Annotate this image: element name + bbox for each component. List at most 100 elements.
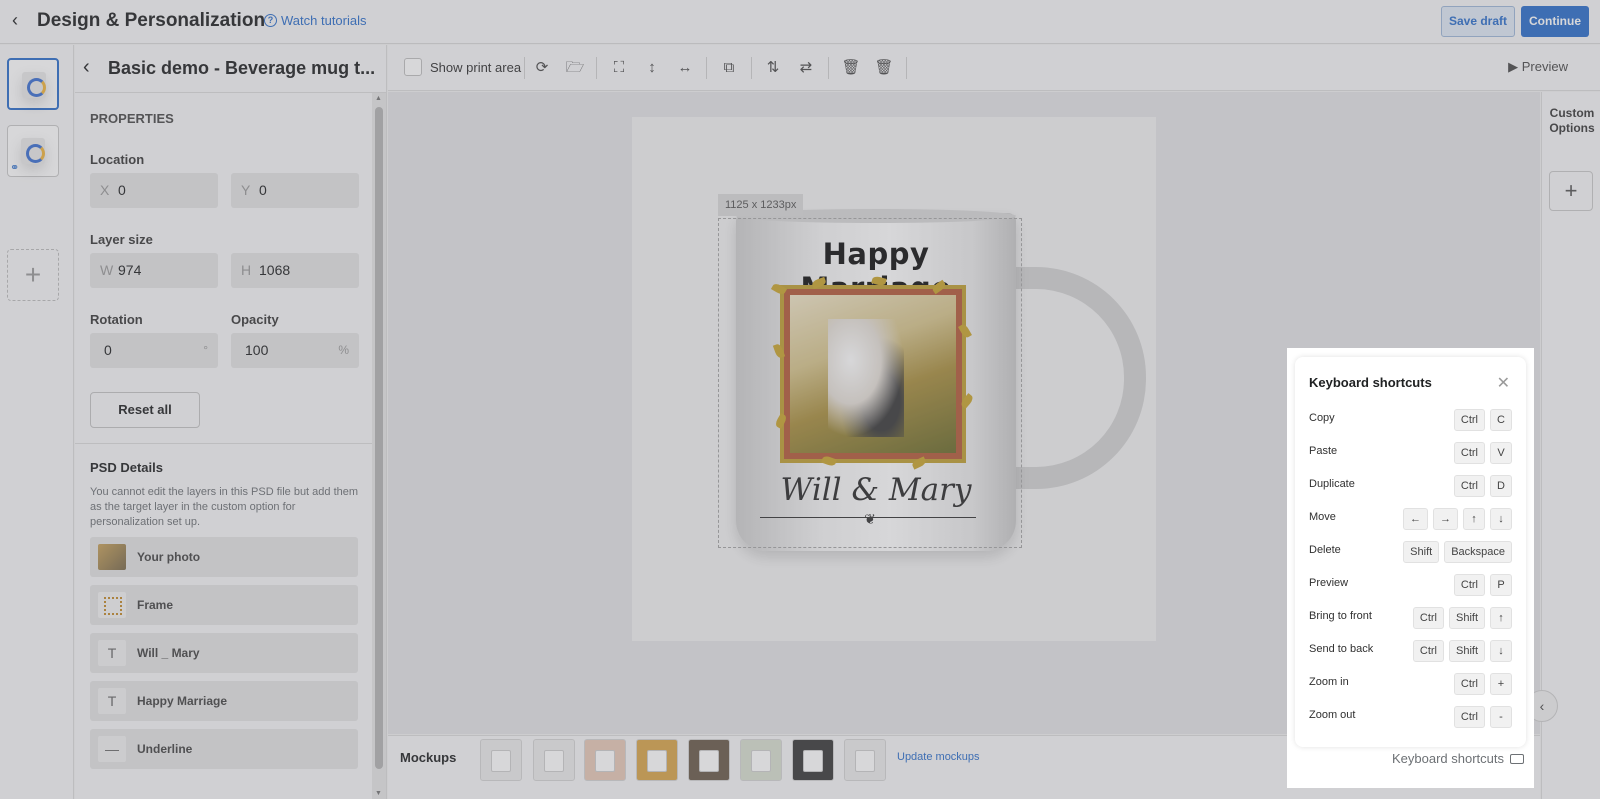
link-icon: ⚭	[10, 162, 20, 174]
editor-toolbar: Show print area ⟳ 🗁 ⛶ ↕ ↔ ⧉ ⇅ ⇄ 🗑 🗑 ▶ Pr…	[388, 45, 1600, 91]
key: ←	[1403, 508, 1428, 530]
w-value: 974	[118, 262, 142, 278]
reset-all-button[interactable]: Reset all	[90, 392, 200, 428]
key: Ctrl	[1453, 706, 1485, 728]
mockup-thumbnail[interactable]	[636, 739, 678, 781]
mockup-image	[647, 750, 667, 772]
keyboard-shortcuts-label: Keyboard shortcuts	[1391, 751, 1504, 766]
mockup-thumbnail[interactable]	[480, 739, 522, 781]
shortcuts-title: Keyboard shortcuts	[1309, 375, 1432, 390]
back-icon[interactable]: ‹	[12, 10, 32, 32]
y-field[interactable]: Y0	[231, 173, 359, 208]
key: →	[1433, 508, 1458, 530]
layer-frame[interactable]: Frame	[90, 585, 358, 625]
key: D	[1490, 475, 1512, 497]
shortcut-row: Copy Ctrl C	[1309, 409, 1512, 431]
add-product-button[interactable]: +	[7, 249, 59, 301]
folder-add-icon[interactable]: 🗁	[564, 57, 586, 79]
close-icon[interactable]: ✕	[1497, 373, 1510, 393]
rotation-field[interactable]: 0 °	[90, 333, 218, 368]
fit-icon[interactable]: ⛶	[608, 57, 630, 79]
key: Ctrl	[1453, 475, 1485, 497]
add-custom-option-button[interactable]: +	[1549, 171, 1593, 211]
flip-vertical-icon[interactable]: ⇅	[762, 57, 784, 79]
key: V	[1490, 442, 1512, 464]
key: -	[1490, 706, 1512, 728]
mockup-image	[595, 750, 615, 772]
opacity-label: Opacity	[231, 312, 279, 327]
key: Ctrl	[1453, 574, 1485, 596]
y-prefix: Y	[241, 182, 251, 198]
panel-scrollbar[interactable]: ▲ ▼	[372, 93, 386, 799]
height-field[interactable]: H 1068	[231, 253, 359, 288]
keyboard-shortcuts-panel: Keyboard shortcuts ✕ Copy Ctrl C Paste Ctrl…	[1287, 348, 1534, 788]
delete-icon[interactable]: 🗑	[840, 57, 862, 79]
layer-underline[interactable]: — Underline	[90, 729, 358, 769]
h-prefix: H	[241, 262, 252, 278]
shortcut-name: Zoom out	[1309, 709, 1356, 721]
align-vertical-center-icon[interactable]: ↕	[641, 57, 663, 79]
update-mockups-link[interactable]: Update mockups	[897, 751, 980, 763]
key: +	[1490, 673, 1512, 695]
psd-details-title: PSD Details	[90, 460, 163, 475]
shortcut-name: Paste	[1309, 445, 1338, 457]
chevron-left-icon[interactable]: ‹	[83, 56, 90, 79]
shortcut-name: Bring to front	[1309, 610, 1372, 622]
layer-will-mary[interactable]: T Will _ Mary	[90, 633, 358, 673]
mockup-image	[803, 750, 823, 772]
key: ↑	[1463, 508, 1485, 530]
mockup-thumbnail[interactable]	[740, 739, 782, 781]
continue-button[interactable]: Continue	[1521, 6, 1589, 37]
layer-name: Frame	[137, 598, 174, 612]
product-thumbnail-mug[interactable]	[7, 58, 59, 110]
replace-icon[interactable]: ⟳	[531, 57, 553, 79]
mockup-thumbnail[interactable]	[533, 739, 575, 781]
shortcut-name: Copy	[1309, 412, 1335, 424]
page-title: Design & Personalization	[37, 10, 266, 31]
mockup-thumbnail[interactable]	[792, 739, 834, 781]
toolbar-divider	[706, 57, 707, 79]
save-draft-button[interactable]: Save draft	[1441, 6, 1515, 37]
layer-happy-marriage[interactable]: T Happy Marriage	[90, 681, 358, 721]
ornament-icon: ❦	[864, 511, 876, 527]
mug-thumbnail-image	[22, 72, 46, 98]
mockup-thumbnail[interactable]	[844, 739, 886, 781]
width-field[interactable]: W 974	[90, 253, 218, 288]
align-horizontal-center-icon[interactable]: ↔	[674, 57, 696, 79]
artboard: 1125 x 1233px Happy Marriage Will & Mary…	[632, 117, 1156, 641]
h-value: 1068	[259, 262, 291, 278]
watch-tutorials-link[interactable]: ? Watch tutorials	[264, 13, 367, 28]
mockup-image	[751, 750, 771, 772]
frame-icon	[98, 592, 126, 618]
preview-button[interactable]: ▶ Preview	[1508, 59, 1568, 75]
panel-header: ‹ Basic demo - Beverage mug t...	[75, 45, 387, 93]
opacity-field[interactable]: 100%	[231, 333, 359, 368]
delete-all-icon[interactable]: 🗑	[873, 57, 895, 79]
duplicate-icon[interactable]: ⧉	[718, 57, 740, 79]
x-field[interactable]: X0	[90, 173, 218, 208]
top-bar: ‹ Design & Personalization ? Watch tutor…	[0, 0, 1600, 44]
key: ↓	[1490, 508, 1512, 530]
key: Ctrl	[1412, 607, 1444, 629]
key: ↓	[1490, 640, 1512, 662]
scrollbar-thumb[interactable]	[375, 107, 383, 769]
mockup-thumbnail[interactable]	[584, 739, 626, 781]
layer-your-photo[interactable]: Your photo	[90, 537, 358, 577]
scroll-up-icon[interactable]: ▲	[375, 95, 382, 102]
shortcut-row: Delete Shift Backspace	[1309, 541, 1512, 563]
product-thumbnail-shirt[interactable]: ⚭	[7, 125, 59, 177]
mockup-thumbnail[interactable]	[688, 739, 730, 781]
shortcut-row: Send to back Ctrl Shift ↓	[1309, 640, 1512, 662]
will-mary-text: Will & Mary	[780, 472, 972, 508]
show-print-area-checkbox[interactable]	[404, 58, 422, 76]
properties-panel: ‹ Basic demo - Beverage mug t... PROPERT…	[75, 45, 387, 799]
shortcut-name: Preview	[1309, 577, 1349, 589]
key: Shift	[1448, 607, 1485, 629]
keyboard-shortcuts-toggle[interactable]: Keyboard shortcuts	[1392, 751, 1524, 766]
shortcut-name: Zoom in	[1309, 676, 1349, 688]
flip-horizontal-icon[interactable]: ⇄	[795, 57, 817, 79]
shortcut-row: Duplicate Ctrl D	[1309, 475, 1512, 497]
rotation-value: 0	[104, 342, 112, 358]
scroll-down-icon[interactable]: ▼	[375, 790, 382, 797]
x-prefix: X	[100, 182, 110, 198]
